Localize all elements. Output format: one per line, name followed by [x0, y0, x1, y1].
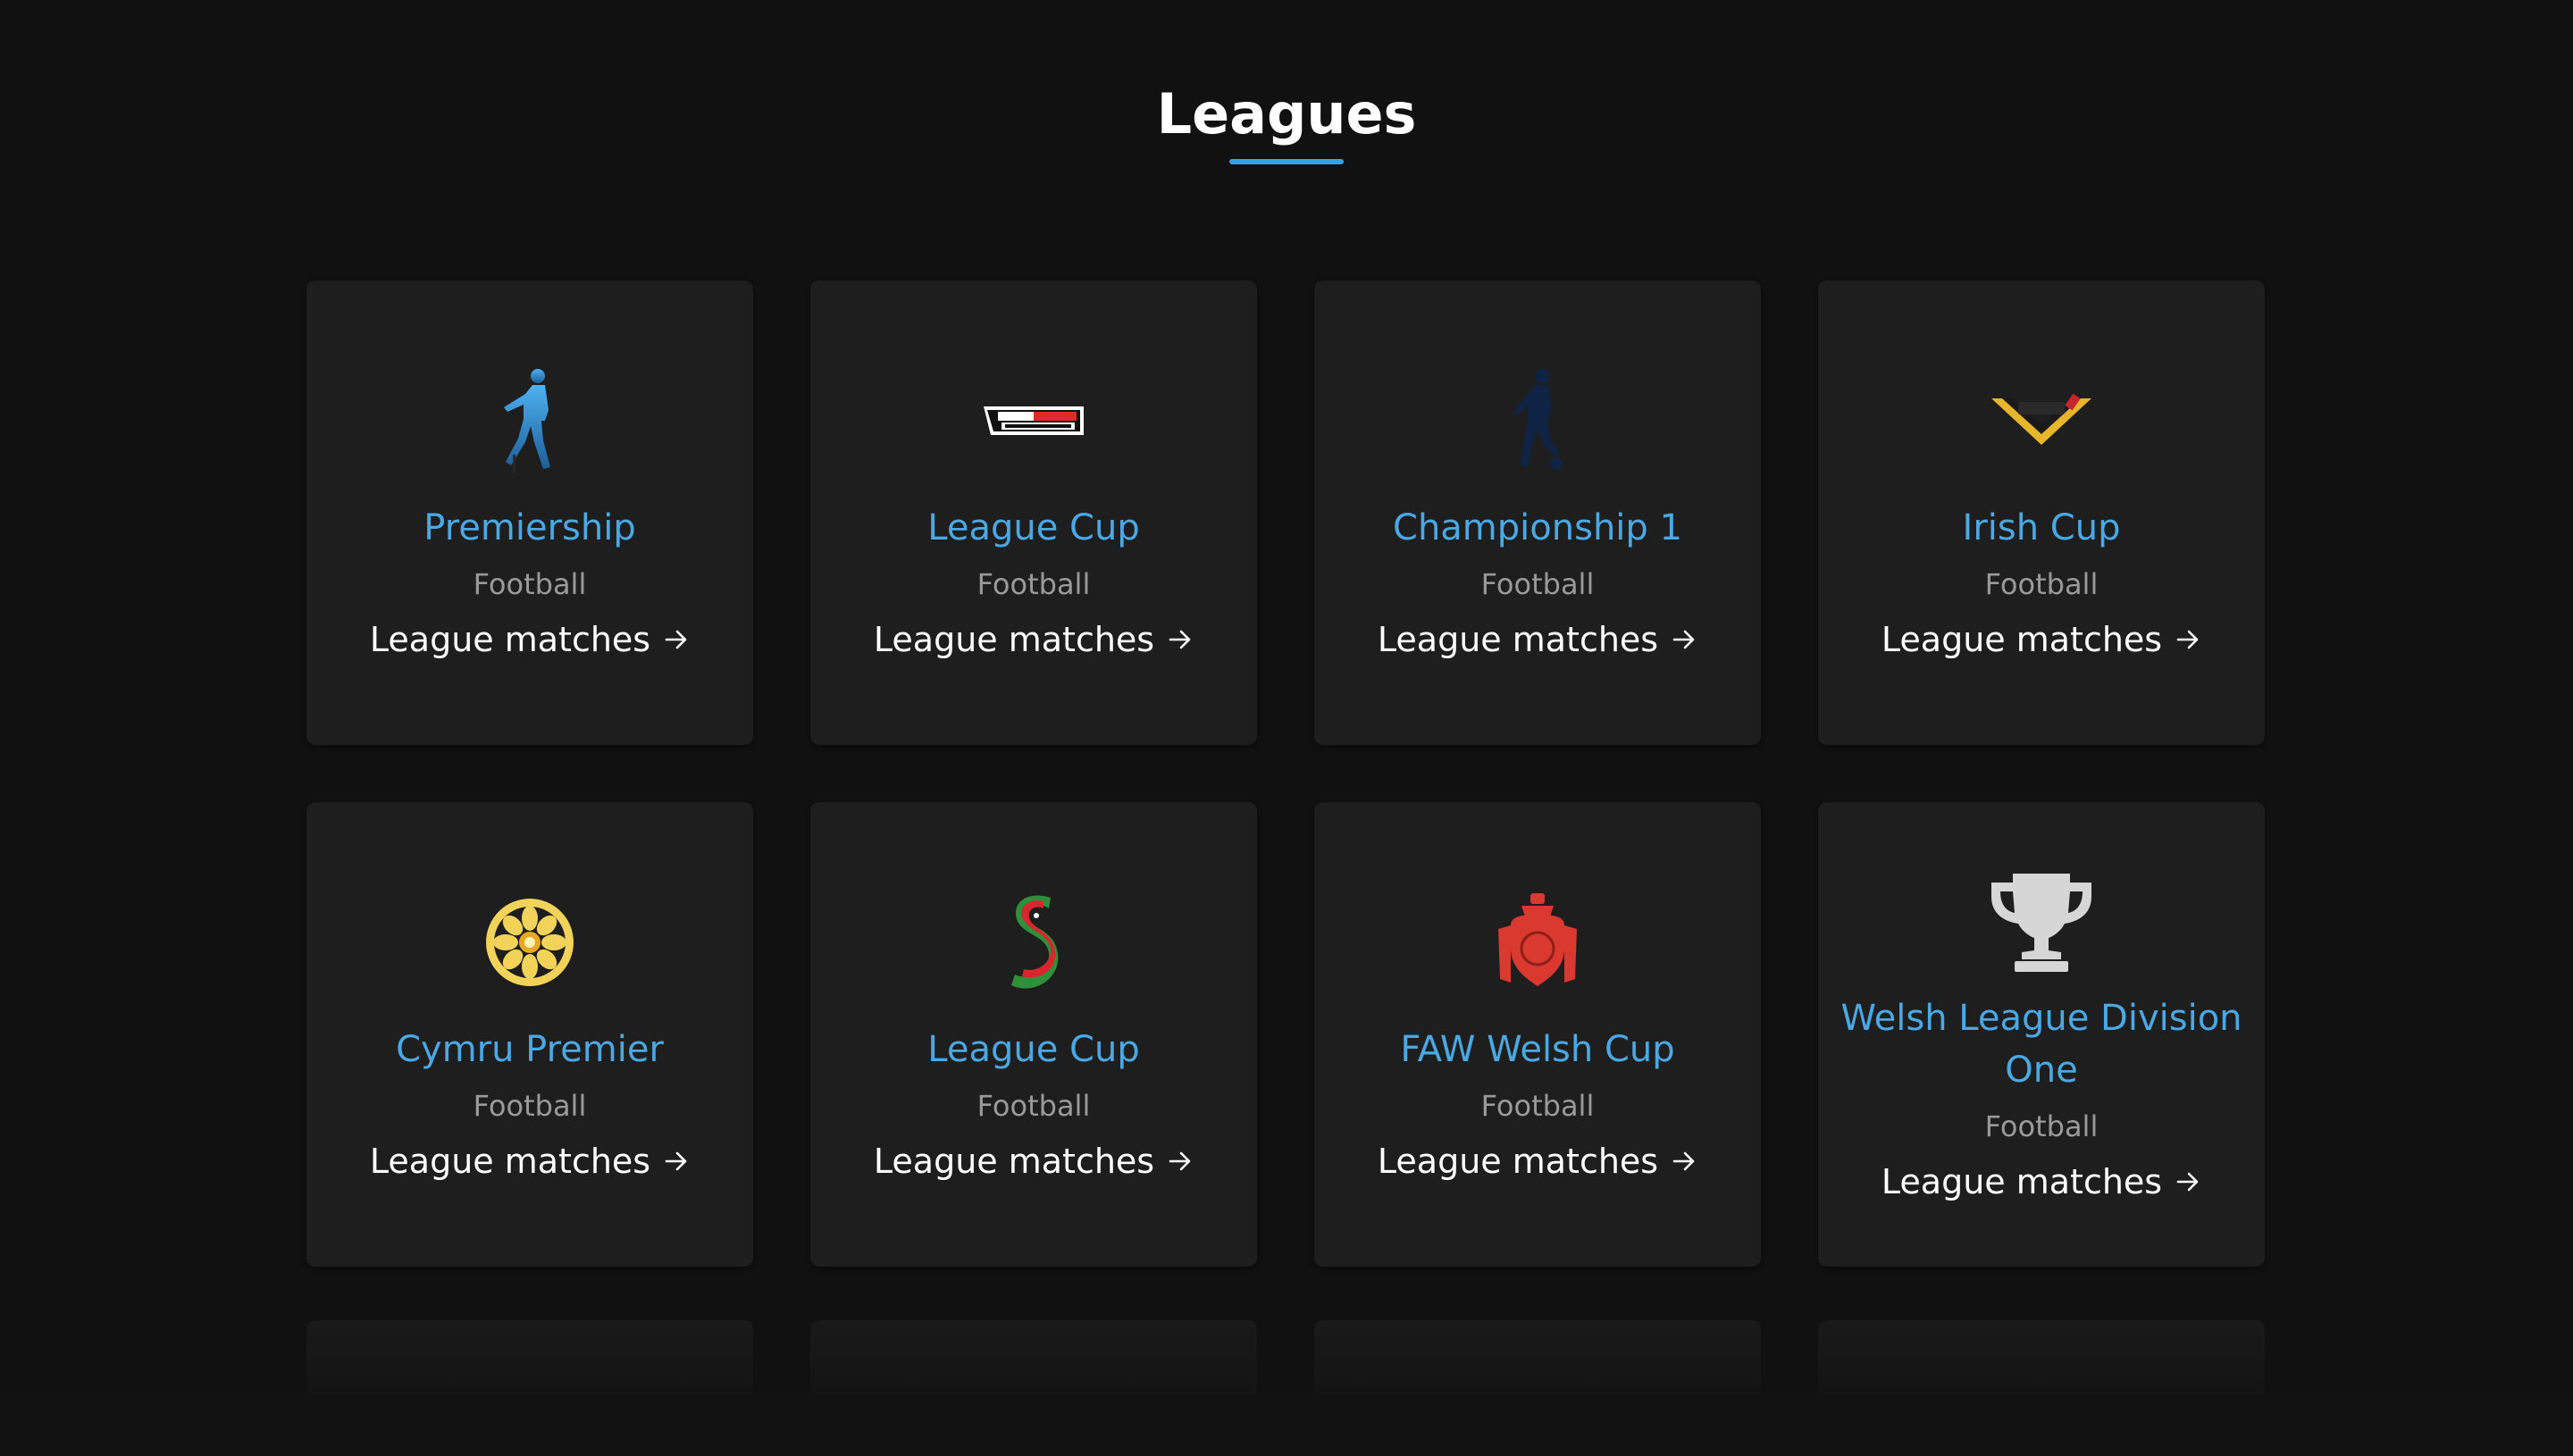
- league-card-premiership[interactable]: Premiership Football League matches: [306, 280, 753, 745]
- league-matches-label: League matches: [873, 1142, 1155, 1181]
- trophy-icon: [1983, 864, 2099, 980]
- league-matches-label: League matches: [1881, 1162, 2163, 1201]
- arrow-right-icon: [2176, 1172, 2199, 1192]
- sport-label: Football: [473, 567, 587, 601]
- league-matches-link[interactable]: League matches: [874, 1138, 1194, 1184]
- arrow-right-icon: [665, 630, 687, 649]
- league-name[interactable]: Welsh League Division One: [1840, 992, 2243, 1096]
- league-matches-label: League matches: [369, 1142, 651, 1181]
- sport-label: Football: [976, 1089, 1091, 1123]
- league-name[interactable]: Championship 1: [1393, 502, 1682, 554]
- league-card-league-cup-wales[interactable]: League Cup Football League matches: [810, 802, 1257, 1267]
- league-matches-link[interactable]: League matches: [1882, 616, 2201, 663]
- arrow-right-icon: [1169, 630, 1191, 649]
- dragon-s-logo: [976, 884, 1092, 1000]
- league-matches-label: League matches: [1377, 1142, 1659, 1181]
- league-matches-link[interactable]: League matches: [1378, 1138, 1697, 1184]
- league-name[interactable]: Irish Cup: [1963, 502, 2121, 554]
- page-title: Leagues: [1156, 81, 1417, 146]
- daffodil-badge-logo: [472, 884, 588, 1000]
- league-matches-link[interactable]: League matches: [370, 1138, 690, 1184]
- sport-label: Football: [473, 1089, 587, 1123]
- arrow-right-icon: [1672, 630, 1695, 649]
- arrow-right-icon: [2176, 630, 2199, 649]
- sport-label: Football: [1984, 567, 2099, 601]
- league-name[interactable]: League Cup: [927, 502, 1139, 554]
- league-card-league-cup[interactable]: League Cup Football League matches: [810, 280, 1257, 745]
- leagues-grid: Premiership Football League matches Leag…: [306, 280, 2267, 1267]
- league-card-welsh-league-division-one[interactable]: Welsh League Division One Football Leagu…: [1818, 802, 2265, 1267]
- sport-label: Football: [1480, 1089, 1595, 1123]
- irish-cup-chevron-logo: [1983, 363, 2099, 479]
- league-card-cymru-premier[interactable]: Cymru Premier Football League matches: [306, 802, 753, 1267]
- arrow-right-icon: [1169, 1151, 1191, 1171]
- league-name[interactable]: League Cup: [927, 1024, 1139, 1075]
- betmclean-league-cup-logo: [976, 363, 1092, 479]
- sport-label: Football: [1984, 1109, 2099, 1143]
- title-underline: [1229, 159, 1344, 164]
- faw-crest-logo: [1479, 884, 1596, 1000]
- league-name[interactable]: Cymru Premier: [396, 1024, 664, 1075]
- league-card-irish-cup[interactable]: Irish Cup Football League matches: [1818, 280, 2265, 745]
- player-silhouette-blue-icon: [472, 363, 588, 479]
- arrow-right-icon: [665, 1151, 687, 1171]
- league-matches-label: League matches: [1881, 620, 2163, 659]
- league-matches-label: League matches: [873, 620, 1155, 659]
- sport-label: Football: [976, 567, 1091, 601]
- league-card-championship-1[interactable]: Championship 1 Football League matches: [1314, 280, 1761, 745]
- bottom-fade-overlay: [0, 1393, 2573, 1456]
- league-matches-label: League matches: [1377, 620, 1659, 659]
- league-card-faw-welsh-cup[interactable]: FAW Welsh Cup Football League matches: [1314, 802, 1761, 1267]
- league-matches-link[interactable]: League matches: [1882, 1159, 2201, 1205]
- league-matches-link[interactable]: League matches: [370, 616, 690, 663]
- arrow-right-icon: [1672, 1151, 1695, 1171]
- league-matches-label: League matches: [369, 620, 651, 659]
- league-name[interactable]: FAW Welsh Cup: [1400, 1024, 1674, 1075]
- league-matches-link[interactable]: League matches: [874, 616, 1194, 663]
- league-name[interactable]: Premiership: [423, 502, 635, 554]
- player-silhouette-navy-icon: [1479, 363, 1596, 479]
- sport-label: Football: [1480, 567, 1595, 601]
- league-matches-link[interactable]: League matches: [1378, 616, 1697, 663]
